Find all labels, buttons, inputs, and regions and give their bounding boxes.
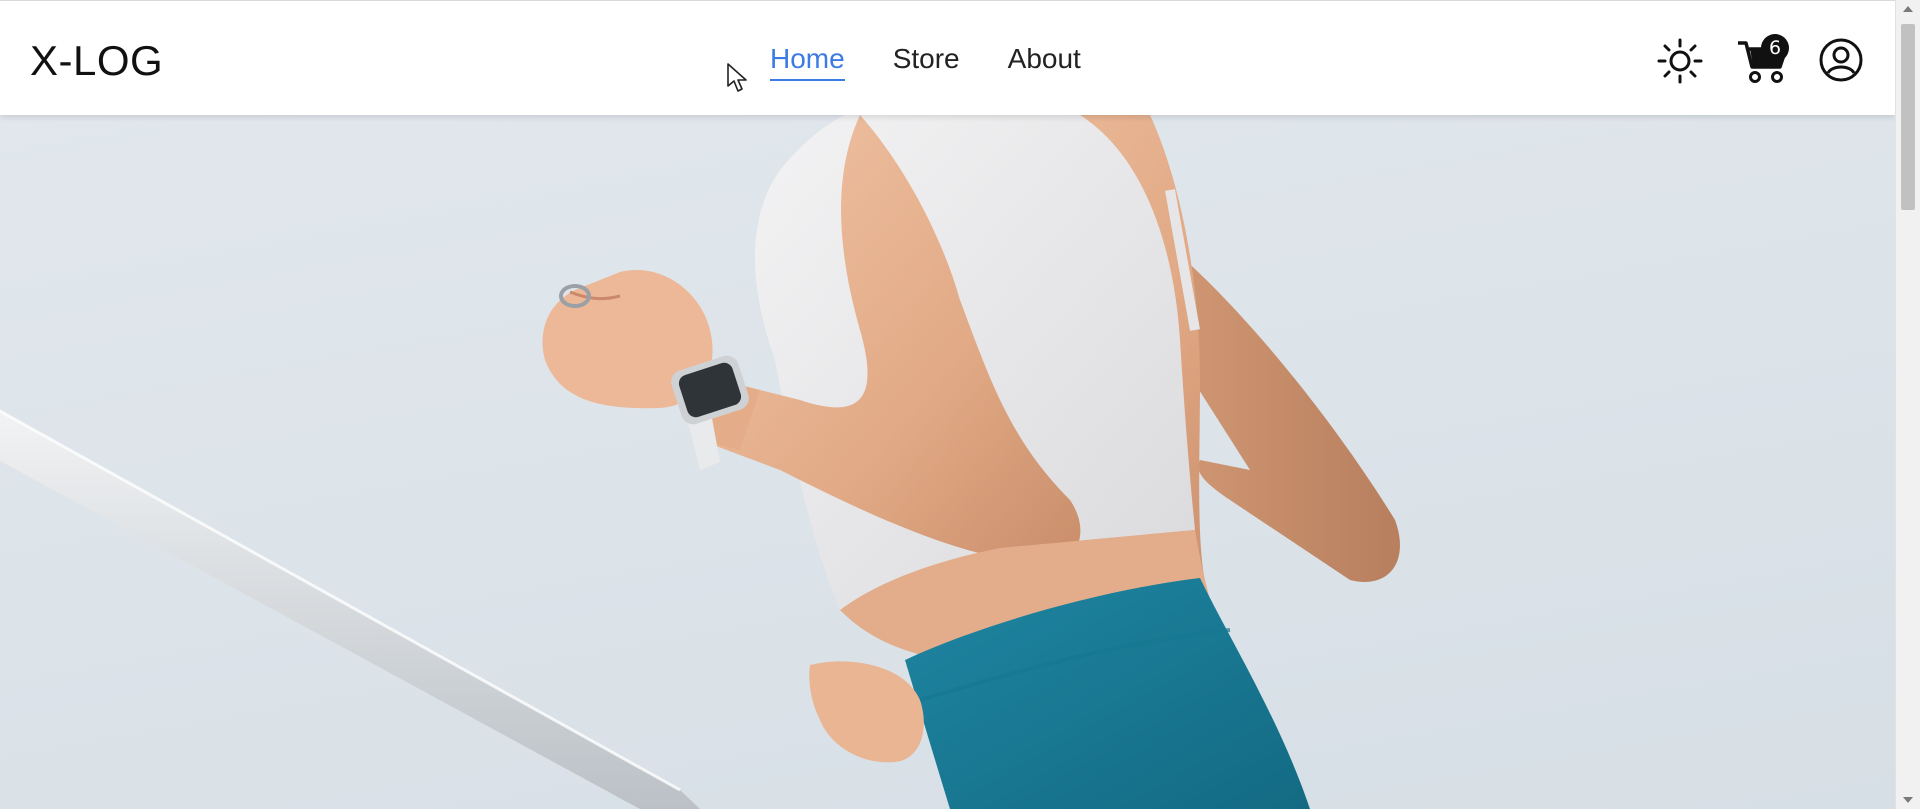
cart-count-badge: 6 bbox=[1761, 34, 1789, 62]
page-scrollbar[interactable] bbox=[1895, 0, 1920, 809]
main-nav: Home Store About bbox=[770, 41, 1129, 81]
brand-logo[interactable]: X-LOG bbox=[30, 37, 163, 85]
nav-link-store[interactable]: Store bbox=[893, 41, 960, 81]
nav-link-home[interactable]: Home bbox=[770, 41, 845, 81]
nav-link-about[interactable]: About bbox=[1008, 41, 1081, 81]
sun-icon bbox=[1657, 38, 1703, 84]
account-button[interactable] bbox=[1818, 37, 1864, 83]
scroll-up-arrow[interactable] bbox=[1903, 6, 1913, 12]
top-navbar: X-LOG Home Store About 6 bbox=[0, 0, 1895, 115]
theme-toggle-button[interactable] bbox=[1656, 37, 1704, 85]
hero-illustration bbox=[0, 115, 1400, 809]
scroll-thumb[interactable] bbox=[1901, 24, 1915, 210]
scroll-down-arrow[interactable] bbox=[1903, 797, 1913, 803]
user-circle-icon bbox=[1819, 38, 1863, 82]
mouse-cursor-icon bbox=[727, 63, 747, 92]
hero-image bbox=[0, 0, 1895, 809]
app-viewport: X-LOG Home Store About 6 bbox=[0, 0, 1920, 809]
lower-hand bbox=[809, 661, 924, 763]
